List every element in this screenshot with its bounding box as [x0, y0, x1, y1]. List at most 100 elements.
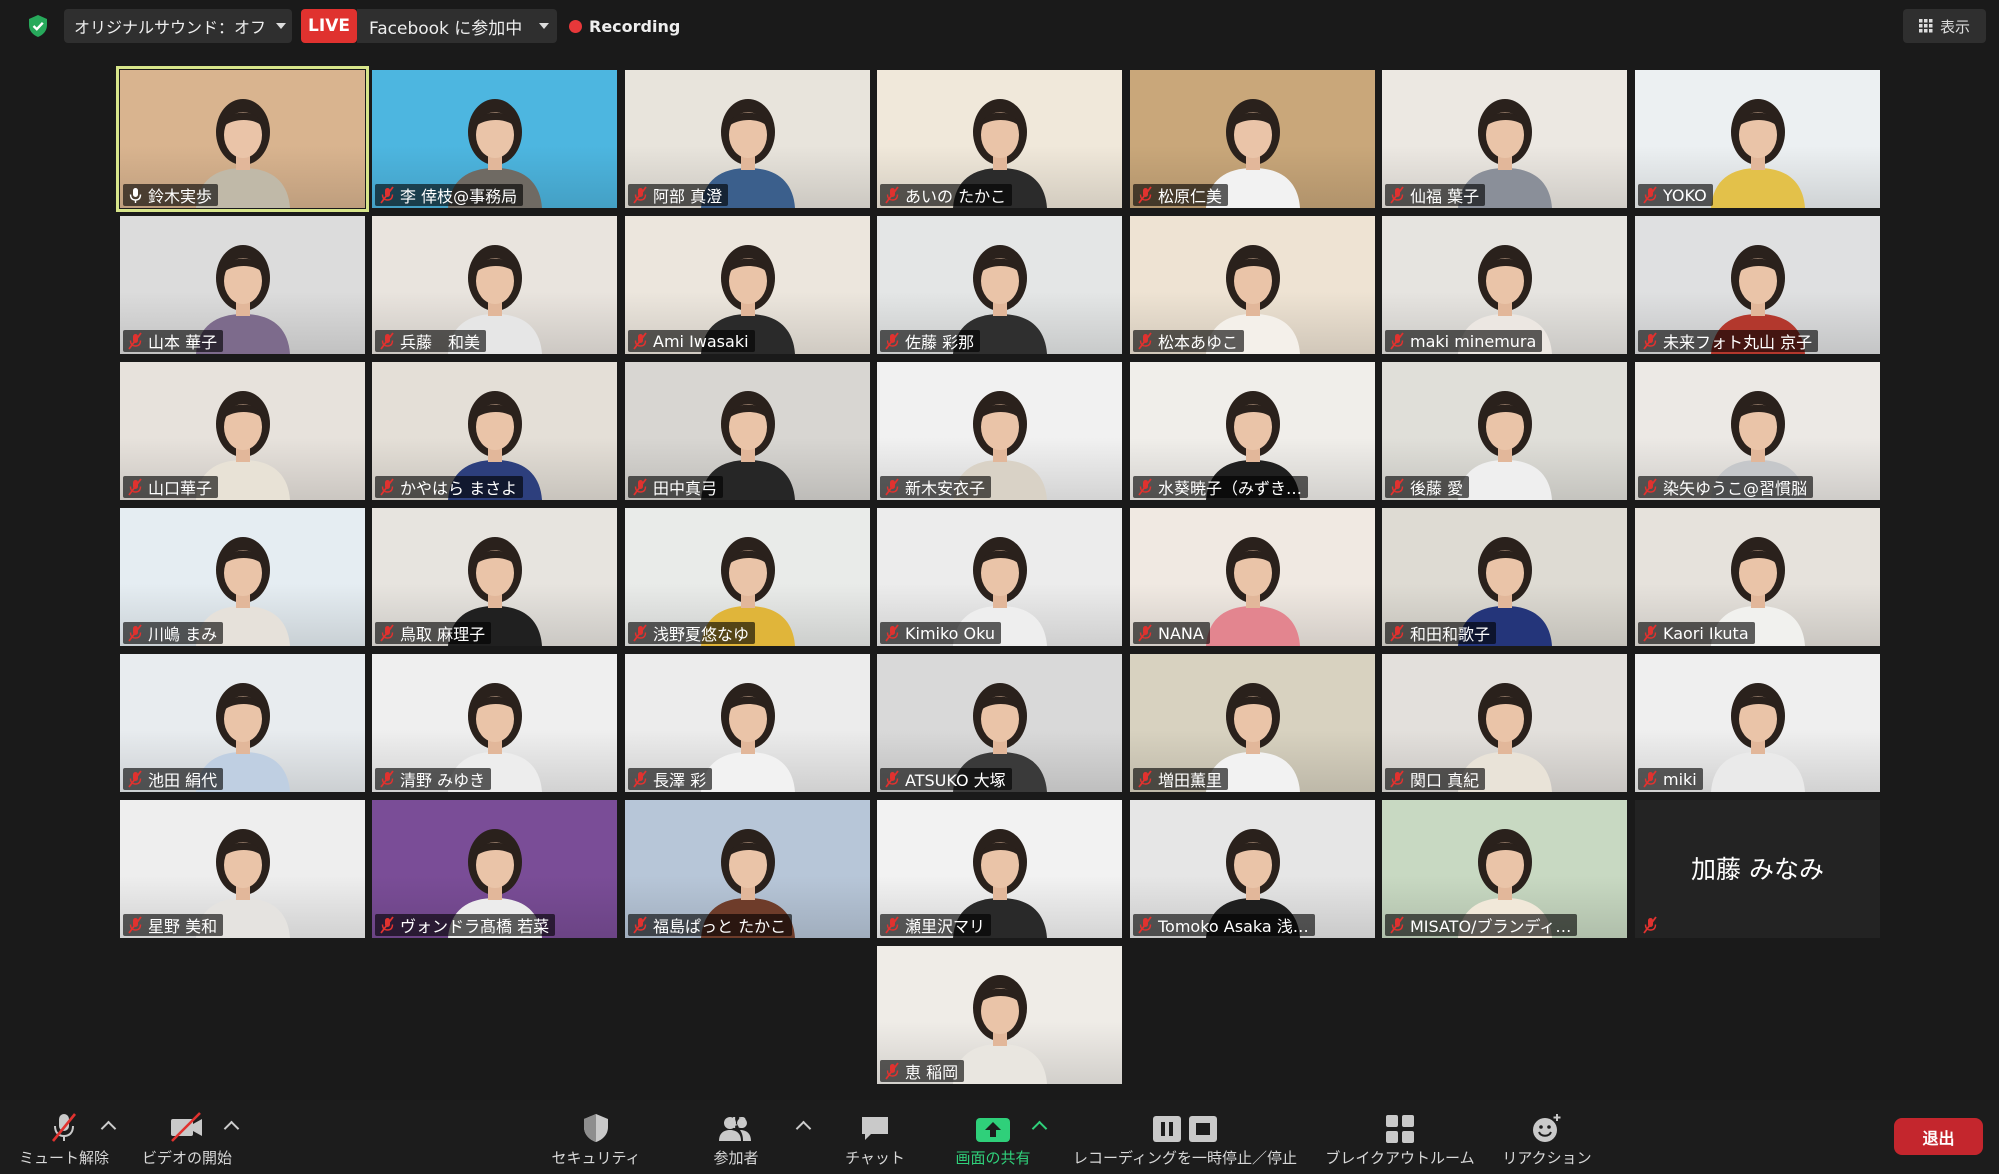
participant-video-tile[interactable]: 清野 みゆき — [372, 654, 617, 792]
participant-video-tile[interactable]: 山口華子 — [120, 362, 365, 500]
muted-microphone-icon — [1643, 478, 1657, 496]
participant-video-tile[interactable]: NANA — [1130, 508, 1375, 646]
participant-video-tile[interactable]: MISATO/ブランディ… — [1382, 800, 1627, 938]
participant-video-tile[interactable]: 李 倖枝@事務局 — [372, 70, 617, 208]
recording-control-button[interactable]: レコーディングを一時停止／停止 — [1063, 1100, 1307, 1174]
participant-video-tile[interactable]: 川嶋 まみ — [120, 508, 365, 646]
muted-microphone-icon — [1390, 186, 1404, 204]
participant-video-tile[interactable]: 池田 絹代 — [120, 654, 365, 792]
participant-video-tile[interactable]: maki minemura — [1382, 216, 1627, 354]
participants-button[interactable]: 43 参加者 — [686, 1100, 786, 1174]
participant-name-tag: 清野 みゆき — [375, 768, 492, 790]
participant-video-tile[interactable]: 山本 華子 — [120, 216, 365, 354]
chat-label: チャット — [845, 1149, 905, 1167]
participant-name-label: 福島ぱっと たかこ — [653, 917, 787, 936]
participant-video-tile[interactable]: 長澤 彩 — [625, 654, 870, 792]
muted-microphone-icon — [1643, 332, 1657, 350]
participant-video-tile[interactable]: YOKO — [1635, 70, 1880, 208]
participant-video-tile[interactable]: 和田和歌子 — [1382, 508, 1627, 646]
share-screen-button[interactable]: 画面の共有 — [943, 1100, 1043, 1174]
participant-name-tag: NANA — [1133, 622, 1210, 644]
leave-button[interactable]: 退出 — [1894, 1118, 1983, 1155]
muted-microphone-icon — [128, 478, 142, 496]
muted-microphone-icon — [633, 770, 647, 788]
chat-button[interactable]: チャット — [825, 1100, 925, 1174]
start-video-label: ビデオの開始 — [141, 1149, 232, 1167]
participant-name-tag: 水葵暁子（みずき… — [1133, 476, 1309, 498]
participant-name-tag — [1638, 914, 1669, 936]
participant-video-tile[interactable]: miki — [1635, 654, 1880, 792]
participant-video-tile[interactable]: 阿部 真澄 — [625, 70, 870, 208]
muted-microphone-icon — [633, 624, 647, 642]
participant-name-tag: 瀬里沢マリ — [880, 914, 992, 936]
participant-video-tile[interactable]: ヴォンドラ髙橋 若菜 — [372, 800, 617, 938]
participant-name-label: 和田和歌子 — [1410, 625, 1491, 644]
muted-microphone-icon — [1390, 624, 1404, 642]
participant-name-tag: 未来フォト丸山 京子 — [1638, 330, 1819, 352]
muted-microphone-icon — [1138, 186, 1152, 204]
participant-video-tile[interactable]: あいの たかこ — [877, 70, 1122, 208]
participant-name-label: かやはら まさよ — [400, 479, 518, 498]
participant-video-tile[interactable]: 福島ぱっと たかこ — [625, 800, 870, 938]
participant-video-tile[interactable]: ATSUKO 大塚 — [877, 654, 1122, 792]
participant-video-tile[interactable]: 新木安衣子 — [877, 362, 1122, 500]
muted-microphone-icon — [1138, 332, 1152, 350]
muted-microphone-icon — [1390, 478, 1404, 496]
muted-microphone-icon — [885, 624, 899, 642]
participant-video-tile[interactable]: 関口 真紀 — [1382, 654, 1627, 792]
participant-name-tag: 関口 真紀 — [1385, 768, 1486, 790]
participant-video-tile[interactable]: 染矢ゆうこ@習慣脳 — [1635, 362, 1880, 500]
muted-microphone-icon — [1643, 624, 1657, 642]
participant-name-tag: 浅野夏悠なゆ — [628, 622, 756, 644]
participant-video-tile[interactable]: 後藤 愛 — [1382, 362, 1627, 500]
participant-video-tile[interactable]: Ami Iwasaki — [625, 216, 870, 354]
participant-name-tag: 松原仁美 — [1133, 184, 1229, 206]
participant-video-tile[interactable]: Tomoko Asaka 浅… — [1130, 800, 1375, 938]
muted-microphone-icon — [380, 916, 394, 934]
participant-video-tile[interactable]: かやはら まさよ — [372, 362, 617, 500]
participant-video-tile[interactable]: 田中真弓 — [625, 362, 870, 500]
participant-name-label: 増田薫里 — [1158, 771, 1223, 790]
unmute-button[interactable]: ミュート解除 — [14, 1100, 114, 1174]
participant-name-tag: 福島ぱっと たかこ — [628, 914, 793, 936]
participant-silhouette-icon — [1205, 537, 1300, 646]
participant-video-tile[interactable]: 松原仁美 — [1130, 70, 1375, 208]
participant-video-tile[interactable]: 仙福 葉子 — [1382, 70, 1627, 208]
participant-name-label: Kimiko Oku — [905, 623, 996, 643]
start-video-button[interactable]: ビデオの開始 — [137, 1100, 237, 1174]
participant-video-tile[interactable]: Kaori Ikuta — [1635, 508, 1880, 646]
participant-video-tile[interactable]: 未来フォト丸山 京子 — [1635, 216, 1880, 354]
participant-video-tile[interactable]: 佐藤 彩那 — [877, 216, 1122, 354]
participant-video-tile[interactable]: Kimiko Oku — [877, 508, 1122, 646]
reactions-button[interactable]: リアクション — [1497, 1100, 1597, 1174]
participant-video-tile[interactable]: 水葵暁子（みずき… — [1130, 362, 1375, 500]
participant-video-tile[interactable]: 鳥取 麻理子 — [372, 508, 617, 646]
participant-video-tile[interactable]: 加藤 みなみ — [1635, 800, 1880, 938]
participant-video-tile[interactable]: 鈴木実歩 — [116, 66, 369, 212]
participants-options-caret-icon[interactable] — [795, 1120, 812, 1137]
breakout-rooms-button[interactable]: ブレイクアウトルーム — [1322, 1100, 1478, 1174]
participant-name-label: 鳥取 麻理子 — [400, 625, 486, 644]
participant-name-tag: 阿部 真澄 — [628, 184, 729, 206]
security-button[interactable]: セキュリティ — [546, 1100, 646, 1174]
participant-name-label: あいの たかこ — [905, 187, 1007, 206]
participant-count: 43 — [728, 1114, 748, 1132]
participant-name-label: 恵 稲岡 — [905, 1063, 959, 1082]
participant-video-tile[interactable]: 松本あゆこ — [1130, 216, 1375, 354]
participants-label: 参加者 — [713, 1149, 759, 1167]
participant-video-tile[interactable]: 恵 稲岡 — [877, 946, 1122, 1084]
participant-name-tag: 星野 美和 — [123, 914, 224, 936]
muted-microphone-icon — [128, 916, 142, 934]
breakout-rooms-label: ブレイクアウトルーム — [1325, 1149, 1475, 1167]
participant-name-label: NANA — [1158, 623, 1204, 643]
participant-name-tag: 恵 稲岡 — [880, 1060, 965, 1082]
participant-video-tile[interactable]: 兵藤 和美 — [372, 216, 617, 354]
participant-video-tile[interactable]: 浅野夏悠なゆ — [625, 508, 870, 646]
participant-name-label: ヴォンドラ髙橋 若菜 — [400, 917, 550, 936]
participant-video-tile[interactable]: 瀬里沢マリ — [877, 800, 1122, 938]
participant-name-label: 松本あゆこ — [1158, 333, 1239, 352]
participant-video-tile[interactable]: 増田薫里 — [1130, 654, 1375, 792]
participant-name-tag: YOKO — [1638, 184, 1713, 206]
muted-microphone-icon — [633, 186, 647, 204]
participant-video-tile[interactable]: 星野 美和 — [120, 800, 365, 938]
